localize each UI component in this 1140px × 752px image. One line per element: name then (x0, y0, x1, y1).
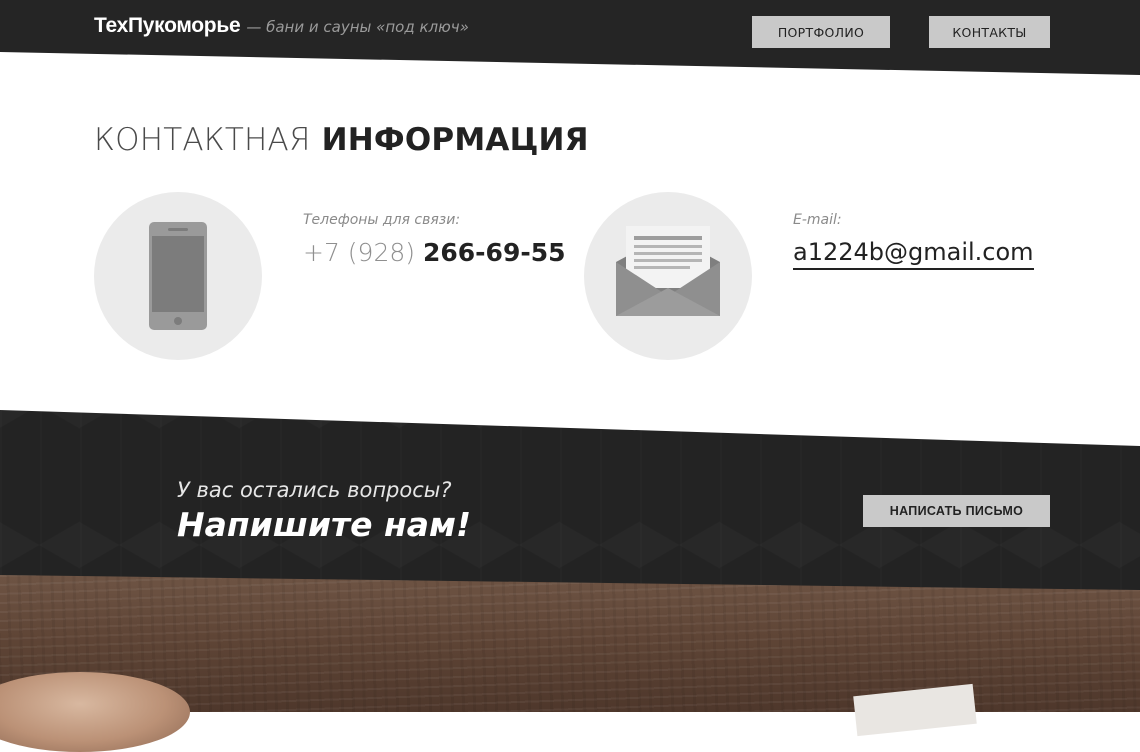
email-label: E-mail: (793, 212, 842, 228)
phone-value[interactable]: +7 (928) 266-69-55 (303, 238, 566, 267)
nav-portfolio-button[interactable]: ПОРТФОЛИО (752, 16, 890, 48)
write-letter-button[interactable]: НАПИСАТЬ ПИСЬМО (863, 495, 1050, 527)
nav-contacts-button[interactable]: КОНТАКТЫ (929, 16, 1050, 48)
page-title-light: КОНТАКТНАЯ (94, 122, 311, 158)
email-link[interactable]: a1224b@gmail.com (793, 238, 1034, 270)
phone-label: Телефоны для связи: (303, 212, 461, 228)
phone-prefix: +7 (928) (303, 238, 416, 267)
photo-paper (853, 683, 977, 737)
phone-icon-circle (94, 192, 262, 360)
page-title-bold: ИНФОРМАЦИЯ (321, 122, 589, 158)
envelope-icon (616, 226, 720, 316)
brand-logo-text[interactable]: ТехПукоморье (94, 14, 241, 38)
smartphone-icon (149, 222, 207, 330)
page-title: КОНТАКТНАЯ ИНФОРМАЦИЯ (94, 122, 589, 158)
brand-tagline: — бани и сауны «под ключ» (246, 18, 469, 36)
photo-hand (0, 672, 190, 752)
brand[interactable]: ТехПукоморье — бани и сауны «под ключ» (94, 14, 469, 44)
cta-question: У вас остались вопросы? (177, 478, 452, 502)
phone-number: 266-69-55 (422, 238, 566, 267)
email-icon-circle (584, 192, 752, 360)
cta-headline: Напишите нам! (177, 505, 472, 544)
